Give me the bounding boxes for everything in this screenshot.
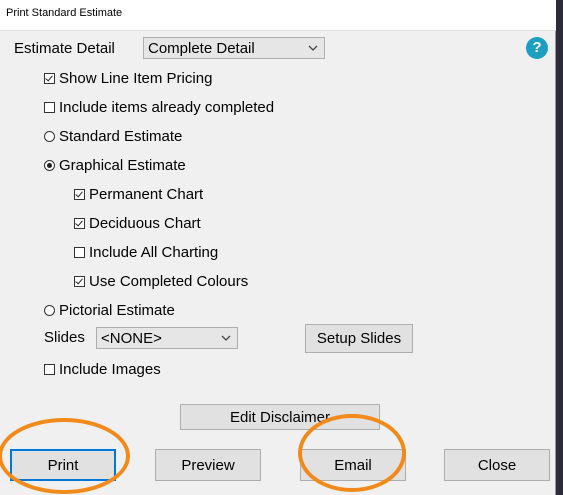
- slides-select[interactable]: <NONE>: [96, 327, 238, 349]
- window-title: Print Standard Estimate: [6, 7, 123, 19]
- chevron-down-icon: [308, 45, 318, 51]
- slides-label: Slides: [44, 329, 85, 346]
- checkbox-box: [74, 275, 85, 287]
- checkbox-box: [44, 101, 55, 113]
- include-images-label: Include Images: [59, 360, 161, 378]
- help-icon[interactable]: ?: [526, 37, 548, 59]
- checkbox-box: [74, 217, 85, 229]
- estimate-detail-label: Estimate Detail: [14, 40, 115, 57]
- checkbox-box: [44, 363, 55, 375]
- standard-estimate-radio[interactable]: Standard Estimate: [44, 126, 182, 146]
- estimate-detail-select[interactable]: Complete Detail: [143, 37, 325, 59]
- include-all-charting-label: Include All Charting: [89, 243, 219, 261]
- include-images-checkbox[interactable]: Include Images: [44, 359, 161, 379]
- pictorial-estimate-label: Pictorial Estimate: [59, 301, 175, 319]
- show-line-item-pricing-label: Show Line Item Pricing: [59, 69, 213, 87]
- slides-value: <NONE>: [101, 330, 162, 347]
- print-button[interactable]: Print: [10, 449, 116, 481]
- radio-circle: [44, 130, 55, 142]
- use-completed-colours-label: Use Completed Colours: [89, 272, 249, 290]
- include-completed-label: Include items already completed: [59, 98, 275, 116]
- chevron-down-icon: [221, 335, 231, 341]
- use-completed-colours-checkbox[interactable]: Use Completed Colours: [74, 271, 248, 291]
- title-bar: Print Standard Estimate: [0, 0, 556, 31]
- checkbox-box: [44, 72, 55, 84]
- preview-button[interactable]: Preview: [155, 449, 261, 481]
- close-button[interactable]: Close: [444, 449, 550, 481]
- show-line-item-pricing-checkbox[interactable]: Show Line Item Pricing: [44, 68, 212, 88]
- include-completed-checkbox[interactable]: Include items already completed: [44, 97, 274, 117]
- checkbox-box: [74, 246, 85, 258]
- radio-circle: [44, 304, 55, 316]
- deciduous-chart-label: Deciduous Chart: [89, 214, 201, 232]
- include-all-charting-checkbox[interactable]: Include All Charting: [74, 242, 218, 262]
- email-button[interactable]: Email: [300, 449, 406, 481]
- permanent-chart-label: Permanent Chart: [89, 185, 204, 203]
- print-standard-estimate-dialog: Print Standard Estimate Estimate Detail …: [0, 0, 556, 495]
- pictorial-estimate-radio[interactable]: Pictorial Estimate: [44, 300, 175, 320]
- permanent-chart-checkbox[interactable]: Permanent Chart: [74, 184, 203, 204]
- edit-disclaimer-button[interactable]: Edit Disclaimer: [180, 404, 380, 430]
- graphical-estimate-label: Graphical Estimate: [59, 156, 186, 174]
- radio-circle: [44, 159, 55, 171]
- standard-estimate-label: Standard Estimate: [59, 127, 183, 145]
- graphical-estimate-radio[interactable]: Graphical Estimate: [44, 155, 186, 175]
- checkbox-box: [74, 188, 85, 200]
- estimate-detail-value: Complete Detail: [148, 40, 255, 57]
- setup-slides-button[interactable]: Setup Slides: [305, 324, 413, 353]
- deciduous-chart-checkbox[interactable]: Deciduous Chart: [74, 213, 201, 233]
